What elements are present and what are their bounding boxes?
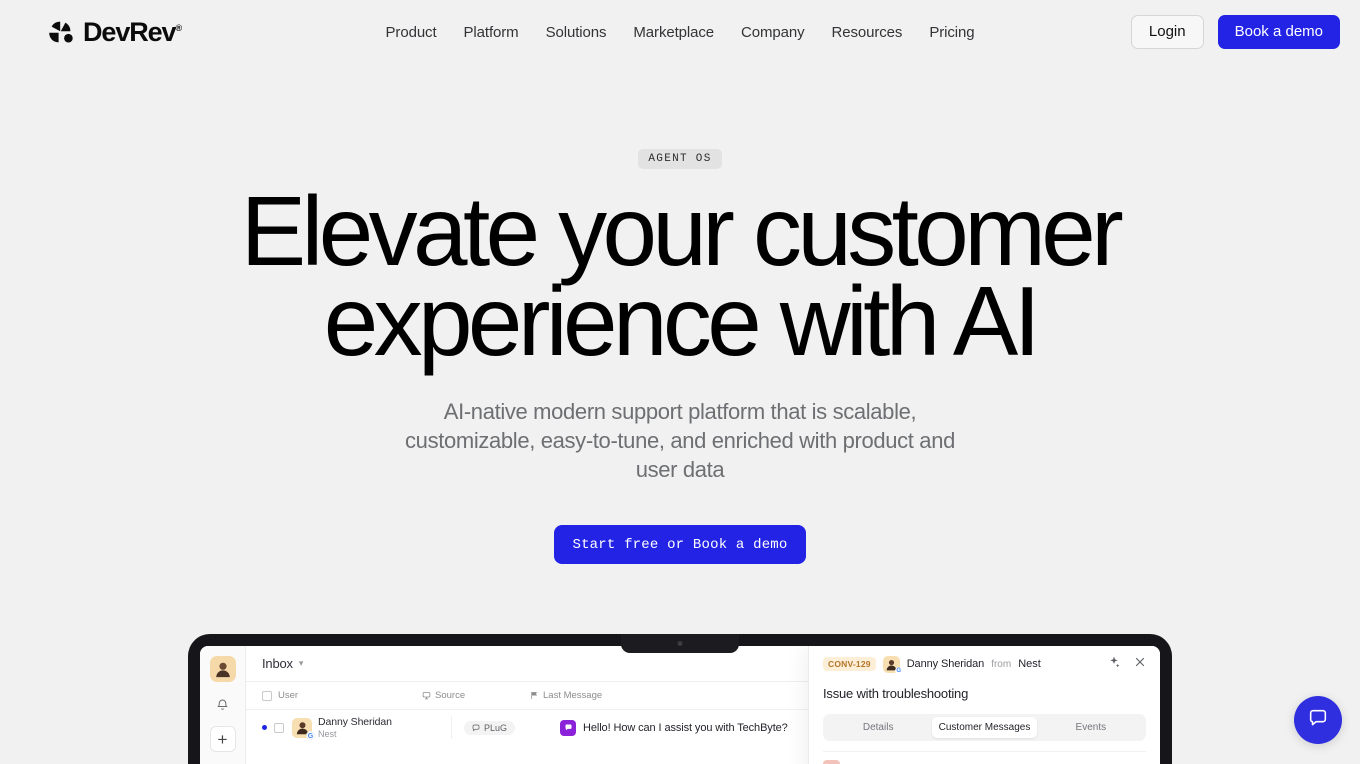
login-button[interactable]: Login	[1130, 14, 1204, 50]
flag-icon	[531, 691, 538, 700]
bell-icon[interactable]	[210, 691, 236, 717]
nav-item-solutions[interactable]: Solutions	[546, 24, 607, 41]
header-actions: Login Book a demo	[1130, 14, 1340, 50]
table-row[interactable]: G Danny Sheridan Nest PLuG Hello! How ca…	[246, 710, 808, 745]
add-button[interactable]: +	[209, 726, 236, 752]
column-label-user: User	[278, 690, 299, 701]
page-title: Elevate your customer experience with AI	[240, 176, 1124, 377]
brand-logo[interactable]: DevRev®	[48, 16, 182, 47]
detail-message-row[interactable]: John via Email 12:30 PM	[823, 751, 1146, 764]
detail-org: Nest	[1018, 658, 1041, 670]
source-chip-label: PLuG	[484, 722, 508, 733]
row-avatar: G	[292, 717, 315, 740]
nav-item-pricing[interactable]: Pricing	[929, 24, 974, 41]
nav-item-company[interactable]: Company	[741, 24, 805, 41]
row-user-name: Danny Sheridan	[318, 716, 392, 728]
inbox-title: Inbox	[262, 656, 293, 671]
sparkle-icon[interactable]	[1108, 655, 1120, 673]
laptop-notch	[621, 634, 739, 653]
message-avatar	[823, 760, 840, 764]
hero-section: AGENT OS Elevate your customer experienc…	[0, 64, 1360, 564]
column-header-last-message: Last Message	[530, 690, 792, 701]
column-label-source: Source	[435, 690, 466, 701]
sidebar-avatar[interactable]	[209, 656, 236, 682]
detail-avatar: G	[882, 655, 903, 675]
row-user-org: Nest	[318, 728, 337, 739]
laptop-mockup: + Inbox ▾ User Source Last Message G Dan…	[188, 634, 1172, 764]
select-all-checkbox[interactable]	[262, 690, 272, 701]
unread-dot-icon	[262, 725, 267, 731]
tab-events[interactable]: Events	[1039, 717, 1143, 738]
detail-tabs: Details Customer Messages Events	[823, 714, 1146, 741]
chevron-down-icon[interactable]: ▾	[299, 658, 304, 669]
source-icon	[422, 692, 431, 700]
column-header-user: User	[262, 690, 422, 701]
nav-item-resources[interactable]: Resources	[832, 24, 903, 41]
tab-details[interactable]: Details	[826, 717, 930, 738]
detail-contact-name: Danny Sheridan	[906, 658, 985, 670]
tab-customer-messages[interactable]: Customer Messages	[932, 717, 1037, 738]
row-user-text: Danny Sheridan Nest	[318, 716, 392, 739]
close-icon[interactable]	[1134, 655, 1146, 673]
google-badge-icon: G	[894, 666, 903, 675]
nav-item-product[interactable]: Product	[386, 24, 437, 41]
hero-subheading: AI-native modern support platform that i…	[405, 398, 955, 482]
source-chip: PLuG	[464, 720, 516, 735]
conversation-id-badge: CONV-129	[823, 657, 876, 671]
app-screen: + Inbox ▾ User Source Last Message G Dan…	[200, 646, 1160, 764]
detail-actions	[1108, 655, 1146, 673]
chat-widget-button[interactable]	[1294, 696, 1342, 744]
nav-item-platform[interactable]: Platform	[464, 24, 519, 41]
detail-title: Issue with troubleshooting	[823, 686, 969, 701]
column-label-last-message: Last Message	[543, 690, 603, 701]
conversation-list: Inbox ▾ User Source Last Message G Danny…	[246, 646, 808, 764]
start-free-cta-button[interactable]: Start free or Book a demo	[554, 524, 806, 564]
detail-from-label: from	[991, 658, 1012, 670]
row-checkbox[interactable]	[274, 722, 284, 733]
row-user-cell: G Danny Sheridan Nest	[292, 716, 452, 740]
list-column-headers: User Source Last Message	[246, 682, 808, 710]
plug-icon	[560, 719, 576, 736]
row-source-cell: PLuG	[452, 719, 560, 737]
row-message-text: Hello! How can I assist you with TechByt…	[583, 721, 788, 734]
devrev-logo-icon	[48, 21, 74, 43]
brand-name: DevRev®	[83, 16, 182, 47]
book-demo-button[interactable]: Book a demo	[1217, 14, 1340, 50]
chat-icon	[472, 724, 480, 732]
conversation-detail-panel: CONV-129 G Danny Sheridan from Nest Issu…	[808, 646, 1160, 764]
brand-trademark: ®	[175, 22, 182, 33]
laptop-camera-icon	[677, 641, 683, 646]
detail-header: CONV-129 G Danny Sheridan from Nest	[823, 655, 1146, 675]
site-header: DevRev® Product Platform Solutions Marke…	[0, 0, 1360, 64]
app-sidebar: +	[200, 646, 246, 764]
google-badge-icon: G	[306, 730, 315, 740]
row-last-message-cell: Hello! How can I assist you with TechByt…	[560, 719, 792, 736]
nav-item-marketplace[interactable]: Marketplace	[633, 24, 714, 41]
column-header-source: Source	[422, 690, 530, 701]
eyebrow-badge: AGENT OS	[638, 149, 722, 170]
chat-bubble-icon	[1307, 707, 1329, 734]
